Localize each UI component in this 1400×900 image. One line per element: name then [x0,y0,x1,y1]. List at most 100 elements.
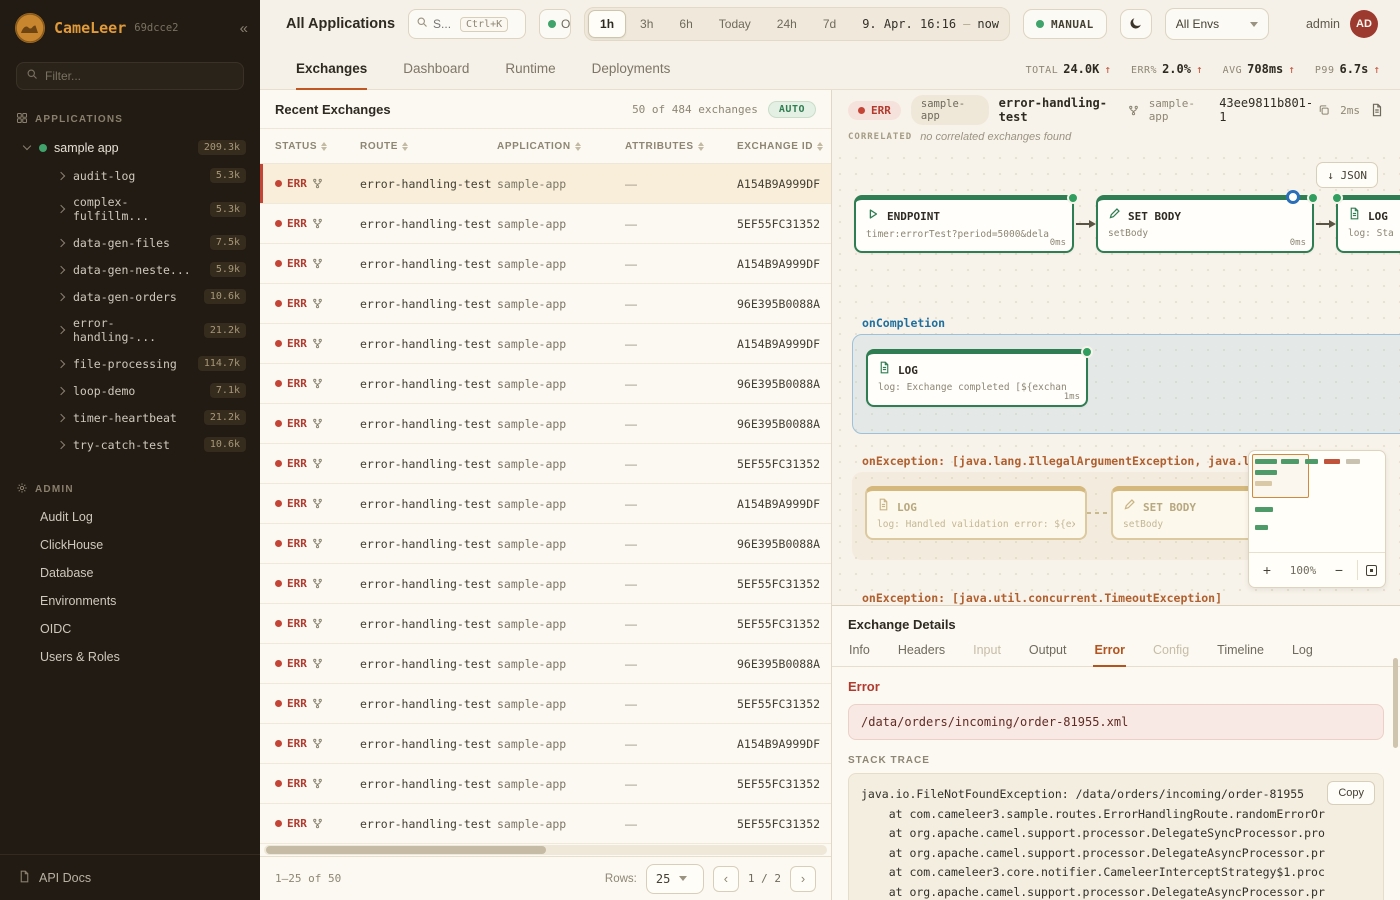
zoom-out-button[interactable]: − [1329,560,1349,580]
table-row[interactable]: ERR error-handling-test sample-app — A15… [260,244,831,284]
sidebar-route-item[interactable]: loop-demo 7.1k [0,377,260,404]
table-row[interactable]: ERR error-handling-test sample-app — A15… [260,164,831,204]
application-cell: sample-app [497,817,625,831]
minimap[interactable]: + 100% − [1248,450,1386,588]
sidebar-route-item[interactable]: data-gen-neste... 5.9k [0,256,260,283]
manual-refresh-button[interactable]: MANUAL [1023,9,1107,39]
tab-log[interactable]: Log [1291,641,1314,667]
node-completion-log[interactable]: LOG log: Exchange completed [${exchan 1m… [866,349,1088,407]
tab-exchanges[interactable]: Exchanges [296,48,367,90]
tab-error[interactable]: Error [1093,641,1126,667]
time-range-1h[interactable]: 1h [588,10,626,38]
sidebar-item-sample-app[interactable]: sample app 209.3k [0,133,260,162]
tab-dashboard[interactable]: Dashboard [403,48,469,90]
breakpoint-dot[interactable] [1286,190,1300,204]
time-range-7d[interactable]: 7d [811,10,848,38]
admin-menu-item[interactable]: Users & Roles [0,643,260,671]
vertical-scrollbar[interactable] [1393,658,1398,748]
stack-trace-line: at org.apache.camel.support.processor.De… [861,844,1371,864]
table-row[interactable]: ERR error-handling-test sample-app — 96E… [260,364,831,404]
zoom-in-button[interactable]: + [1257,560,1277,580]
route-graph-canvas[interactable]: ↓ JSON ENDPOINT timer:errorTest?period=5… [832,150,1400,605]
fit-view-button[interactable] [1357,560,1377,580]
time-range-6h[interactable]: 6h [667,10,704,38]
next-page-button[interactable]: › [790,866,816,892]
tab-runtime[interactable]: Runtime [505,48,555,90]
route-cell: error-handling-test [360,697,497,711]
admin-menu-item[interactable]: Audit Log [0,503,260,531]
document-icon[interactable] [1370,103,1384,117]
sidebar-filter-input[interactable] [45,69,234,83]
minimap-canvas[interactable] [1249,451,1385,553]
date-range-picker[interactable]: 9. Apr. 16:16 — now [862,17,999,31]
table-row[interactable]: ERR error-handling-test sample-app — A15… [260,484,831,524]
search-input[interactable] [433,17,455,31]
auto-refresh-badge[interactable]: AUTO [768,101,816,118]
table-row[interactable]: ERR error-handling-test sample-app — 96E… [260,644,831,684]
table-row[interactable]: ERR error-handling-test sample-app — 96E… [260,284,831,324]
api-docs-link[interactable]: API Docs [0,854,260,900]
table-row[interactable]: ERR error-handling-test sample-app — 5EF… [260,684,831,724]
node-exception-log[interactable]: LOG log: Handled validation error: ${exc… [865,486,1087,540]
application-cell: sample-app [497,697,625,711]
table-row[interactable]: ERR error-handling-test sample-app — A15… [260,724,831,764]
dark-mode-toggle[interactable] [1120,9,1152,39]
stat-p99: P996.7s↑ [1315,62,1380,76]
sidebar-route-item[interactable]: data-gen-orders 10.6k [0,283,260,310]
prev-page-button[interactable]: ‹ [713,866,739,892]
tab-headers[interactable]: Headers [897,641,946,667]
sidebar-route-item[interactable]: audit-log 5.3k [0,162,260,189]
route-name[interactable]: error-handling-test [999,96,1139,124]
sidebar-route-item[interactable]: error-handling-... 21.2k [0,310,260,350]
rows-per-page-select[interactable]: 25 [646,864,704,894]
copy-button[interactable]: Copy [1327,781,1375,805]
avatar[interactable]: AD [1350,10,1378,38]
sidebar-route-item[interactable]: data-gen-files 7.5k [0,229,260,256]
route-label: timer-heartbeat [73,411,177,425]
time-range-today[interactable]: Today [707,10,763,38]
column-exchange-id[interactable]: EXCHANGE ID [737,141,831,152]
time-range-3h[interactable]: 3h [628,10,665,38]
download-json-button[interactable]: ↓ JSON [1316,162,1378,188]
sidebar-route-item[interactable]: try-catch-test 10.6k [0,431,260,458]
node-set-body[interactable]: SET BODY setBody 0ms [1096,195,1314,253]
table-row[interactable]: ERR error-handling-test sample-app — 5EF… [260,564,831,604]
column-attributes[interactable]: ATTRIBUTES [625,141,737,152]
node-exception-set-body[interactable]: SET BODY setBody [1111,486,1265,540]
sidebar-collapse-button[interactable]: « [240,20,248,37]
sidebar-route-item[interactable]: complex-fulfillm... 5.3k [0,189,260,229]
tab-output[interactable]: Output [1028,641,1068,667]
table-row[interactable]: ERR error-handling-test sample-app — 5EF… [260,444,831,484]
tab-deployments[interactable]: Deployments [592,48,671,90]
tab-timeline[interactable]: Timeline [1216,641,1265,667]
environment-select[interactable]: All Envs [1165,8,1269,40]
sidebar-route-item[interactable]: timer-heartbeat 21.2k [0,404,260,431]
table-row[interactable]: ERR error-handling-test sample-app — 5EF… [260,764,831,804]
application-cell: sample-app [497,297,625,311]
column-status[interactable]: STATUS [275,141,360,152]
route-cell: error-handling-test [360,657,497,671]
column-route[interactable]: ROUTE [360,141,497,152]
table-row[interactable]: ERR error-handling-test sample-app — A15… [260,324,831,364]
admin-menu-item[interactable]: Environments [0,587,260,615]
global-search[interactable]: Ctrl+K [408,9,526,39]
column-application[interactable]: APPLICATION [497,141,625,152]
node-log[interactable]: LOG log: Sta [1336,195,1400,253]
sidebar-route-item[interactable]: file-processing 114.7k [0,350,260,377]
copy-icon[interactable] [1318,104,1330,116]
table-row[interactable]: ERR error-handling-test sample-app — 96E… [260,404,831,444]
table-row[interactable]: ERR error-handling-test sample-app — 5EF… [260,604,831,644]
status-badge: ERR [287,697,307,710]
admin-menu-item[interactable]: ClickHouse [0,531,260,559]
tab-info[interactable]: Info [848,641,871,667]
table-row[interactable]: ERR error-handling-test sample-app — 96E… [260,524,831,564]
admin-menu-item[interactable]: OIDC [0,615,260,643]
horizontal-scrollbar[interactable] [264,845,827,855]
table-row[interactable]: ERR error-handling-test sample-app — 5EF… [260,204,831,244]
table-row[interactable]: ERR error-handling-test sample-app — 5EF… [260,804,831,844]
time-range-24h[interactable]: 24h [765,10,809,38]
scrollbar-thumb[interactable] [266,846,546,854]
admin-menu-item[interactable]: Database [0,559,260,587]
live-toggle[interactable]: O [539,9,571,39]
node-endpoint[interactable]: ENDPOINT timer:errorTest?period=5000&del… [854,195,1074,253]
